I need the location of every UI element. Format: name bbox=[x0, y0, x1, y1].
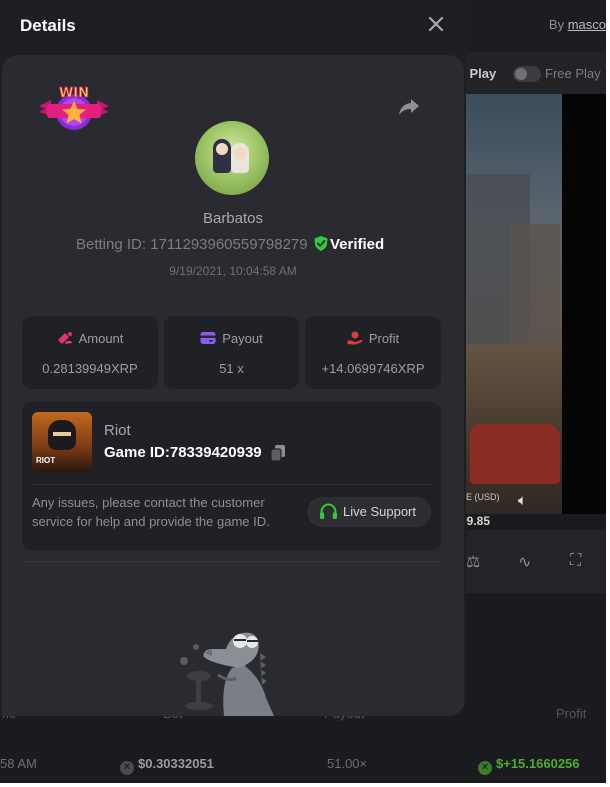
row-bet-value: $0.30332051 bbox=[138, 756, 214, 771]
stat-payout-label: Payout bbox=[222, 331, 263, 346]
speaker-icon[interactable]: 🔈︎ bbox=[518, 492, 527, 509]
win-badge-text: WIN bbox=[59, 86, 89, 101]
stat-profit: Profit +14.0699746XRP bbox=[305, 316, 441, 389]
row-time: 58 AM bbox=[0, 756, 37, 771]
support-help-text: Any issues, please contact the customer … bbox=[32, 495, 270, 529]
currency-label: E (USD) bbox=[466, 492, 500, 502]
verified-label: Verified bbox=[330, 236, 385, 253]
amount-icon bbox=[57, 332, 72, 344]
win-badge-icon: WIN bbox=[39, 86, 109, 130]
share-button[interactable] bbox=[397, 94, 421, 118]
stat-amount-label-row: Amount bbox=[22, 331, 158, 346]
game-name: Riot bbox=[104, 422, 131, 439]
betting-id-label: Betting ID: bbox=[76, 236, 147, 253]
author-prefix: By bbox=[548, 17, 565, 32]
car-shape bbox=[470, 424, 560, 484]
details-modal: Details WIN Barbatos Betting ID: 1711293… bbox=[0, 0, 466, 716]
row-profit: ✕ $+15.1660256 bbox=[478, 756, 580, 775]
ruin-shape bbox=[510, 224, 560, 344]
stat-profit-value: +14.0699746XRP bbox=[321, 361, 425, 376]
thumbnail-logo: RIOT bbox=[36, 456, 56, 465]
close-button[interactable] bbox=[426, 14, 446, 34]
avatar-face bbox=[234, 147, 246, 159]
copy-game-id-button[interactable] bbox=[270, 444, 286, 462]
betting-id: Betting ID: 1711293960559798279 bbox=[76, 236, 308, 253]
thumbnail-eyes bbox=[53, 432, 71, 436]
stat-profit-label: Profit bbox=[368, 331, 400, 346]
modal-title: Details bbox=[20, 16, 76, 35]
live-support-button[interactable]: Live Support bbox=[307, 497, 431, 527]
section-divider bbox=[22, 561, 441, 562]
scale-icon[interactable]: ⚖︎ bbox=[466, 552, 480, 572]
stat-profit-label-row: Profit bbox=[305, 331, 441, 346]
play-mode-toggle[interactable] bbox=[513, 66, 541, 82]
game-id-value: 78339420939 bbox=[169, 444, 262, 461]
wallet-icon bbox=[200, 332, 216, 344]
stat-amount-value: 0.28139949XRP bbox=[42, 361, 138, 376]
game-id-label: Game ID: bbox=[104, 444, 170, 461]
stat-payout-label-row: Payout bbox=[164, 331, 299, 346]
history-row[interactable]: 58 AM ✕ $0.30332051 51.00× ✕ $+15.1660256 bbox=[0, 747, 606, 777]
shield-check-icon bbox=[314, 236, 328, 251]
coin-icon: ✕ bbox=[478, 761, 492, 775]
stat-amount-label: Amount bbox=[78, 331, 124, 346]
stat-payout: Payout 51 x bbox=[164, 316, 299, 389]
card-divider bbox=[32, 484, 431, 485]
row-profit-value: $+15.1660256 bbox=[496, 756, 580, 771]
betting-id-value: 1711293960559798279 bbox=[150, 236, 308, 253]
author-credit: By masco bbox=[549, 17, 606, 32]
author-link[interactable]: masco bbox=[568, 17, 606, 32]
col-profit: Profit bbox=[556, 706, 587, 721]
game-card: RIOT Riot Game ID:78339420939 Any issues… bbox=[22, 402, 441, 550]
free-play-label: Free Play bbox=[545, 66, 601, 81]
coin-icon: ✕ bbox=[120, 761, 134, 775]
modal-body: WIN Barbatos Betting ID: 171129396055979… bbox=[2, 55, 464, 716]
stat-payout-value: 51 x bbox=[219, 361, 244, 376]
close-icon bbox=[428, 16, 444, 32]
headset-icon bbox=[320, 503, 337, 519]
row-bet: ✕ $0.30332051 bbox=[120, 756, 214, 775]
live-support-label: Live Support bbox=[343, 504, 416, 519]
game-preview-edge bbox=[562, 94, 606, 514]
avatar bbox=[195, 121, 269, 195]
game-thumbnail[interactable]: RIOT bbox=[32, 412, 92, 472]
dinosaur-mascot-icon bbox=[180, 632, 274, 716]
graph-icon[interactable]: ∿ bbox=[518, 552, 531, 572]
row-payout: 51.00× bbox=[327, 756, 368, 771]
game-id: Game ID:78339420939 bbox=[104, 444, 262, 461]
share-icon bbox=[399, 99, 419, 115]
avatar-face bbox=[216, 143, 228, 155]
stat-amount: Amount 0.28139949XRP bbox=[22, 316, 158, 389]
copy-icon bbox=[270, 445, 285, 462]
profit-icon bbox=[347, 331, 363, 345]
fullscreen-icon[interactable]: ⛶ bbox=[570, 552, 581, 570]
verified-badge: Verified bbox=[314, 236, 384, 253]
username: Barbatos bbox=[202, 210, 264, 227]
bet-timestamp: 9/19/2021, 10:04:58 AM bbox=[169, 264, 297, 278]
